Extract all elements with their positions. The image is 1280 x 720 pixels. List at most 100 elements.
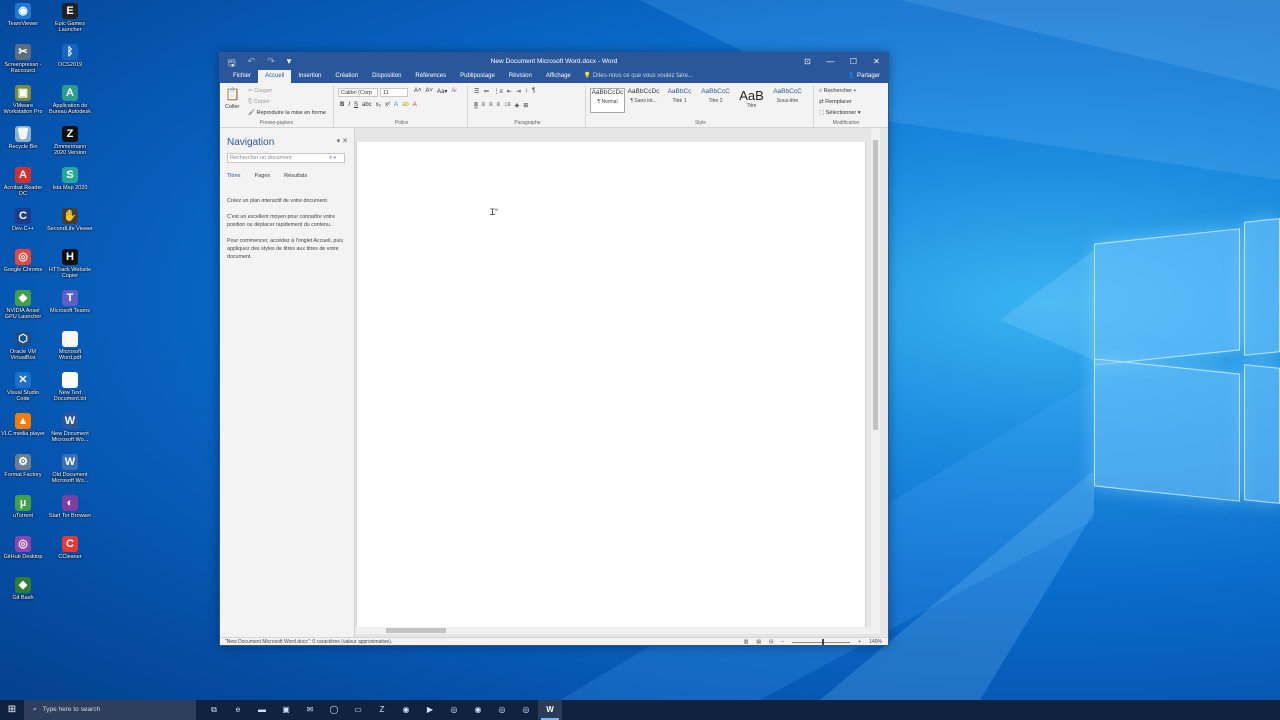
- desktop-icon[interactable]: ᛒ OCS2019: [47, 44, 93, 84]
- desktop-icon[interactable]: H HTTrack Website Copier: [47, 249, 93, 289]
- mail-icon[interactable]: ✉: [298, 700, 322, 720]
- tab-publipostage[interactable]: Publipostage: [453, 70, 502, 83]
- desktop-icon[interactable]: ⬡ Oracle VM VirtualBox: [0, 331, 46, 371]
- chrome-icon[interactable]: ◎: [442, 700, 466, 720]
- desktop-icon[interactable]: S Ista Map 2020: [47, 167, 93, 207]
- desktop-icon[interactable]: ≡ New Text Document.txt: [47, 372, 93, 412]
- sort-icon[interactable]: ↕: [525, 88, 528, 95]
- find-button[interactable]: ⌕ Rechercher ▾: [819, 88, 856, 95]
- desktop-icon[interactable]: ▲ VLC media player: [0, 413, 46, 453]
- taskbar-search-box[interactable]: ⌕ Type here to search: [24, 700, 196, 720]
- decrease-indent-icon[interactable]: ⇤: [507, 88, 512, 95]
- increase-indent-icon[interactable]: ⇥: [516, 88, 521, 95]
- file-explorer-icon[interactable]: ▬: [250, 700, 274, 720]
- bullets-icon[interactable]: ☰: [474, 88, 479, 95]
- desktop-icon[interactable]: ⎘ Microsoft Word.pdf: [47, 331, 93, 371]
- zoom-out-icon[interactable]: −: [781, 639, 784, 645]
- underline-icon[interactable]: S: [354, 102, 358, 108]
- navigation-search-input[interactable]: Rechercher un document ⌕ ▾: [227, 153, 345, 163]
- paste-icon[interactable]: 📋: [225, 87, 240, 101]
- ribbon-display-options-icon[interactable]: ⊡: [796, 53, 819, 70]
- desktop-icon[interactable]: C Dev-C++: [0, 208, 46, 248]
- clear-formatting-icon[interactable]: A̷: [451, 88, 455, 95]
- zoom-in-icon[interactable]: +: [858, 639, 861, 645]
- shrink-font-icon[interactable]: A˅: [426, 88, 434, 95]
- horizontal-scroll-thumb[interactable]: [386, 628, 446, 633]
- desktop-icon[interactable]: 🗑 Recycle Bin: [0, 126, 46, 166]
- search-icon[interactable]: ⌕ ▾: [329, 154, 336, 163]
- zoom-level[interactable]: 140%: [869, 639, 882, 645]
- shading-icon[interactable]: ◈: [515, 102, 520, 109]
- align-right-icon[interactable]: ≡: [489, 102, 493, 109]
- document-page[interactable]: Ɪ⁼: [356, 142, 866, 628]
- zoom-slider-knob[interactable]: [822, 638, 825, 645]
- strikethrough-icon[interactable]: abc: [362, 102, 372, 108]
- superscript-icon[interactable]: x²: [385, 102, 390, 108]
- style-item[interactable]: AaBbCcDc ¶ Normal: [590, 88, 625, 113]
- desktop-icon[interactable]: T Microsoft Teams: [47, 290, 93, 330]
- tab-insertion[interactable]: Insertion: [291, 70, 328, 83]
- align-center-icon[interactable]: ≡: [482, 102, 486, 109]
- nav-tab-resultats[interactable]: Résultats: [284, 173, 307, 179]
- tab-creation[interactable]: Création: [328, 70, 365, 83]
- format-painter-button[interactable]: 🖌 Reproduire la mise en forme: [248, 110, 326, 116]
- desktop-icon[interactable]: ◆ Git Bash: [0, 577, 46, 617]
- tell-me-box[interactable]: 💡 Dites-nous ce que vous voulez faire...: [584, 70, 693, 83]
- desktop-icon[interactable]: ◎ GitHub Desktop: [0, 536, 46, 576]
- print-layout-icon[interactable]: ▤: [756, 639, 761, 645]
- xbox-icon[interactable]: ◯: [322, 700, 346, 720]
- tab-disposition[interactable]: Disposition: [365, 70, 408, 83]
- close-button[interactable]: ✕: [865, 53, 888, 70]
- desktop-icon[interactable]: ◉ TeamViewer: [0, 3, 46, 43]
- vertical-scrollbar[interactable]: [871, 128, 880, 628]
- tab-revision[interactable]: Révision: [502, 70, 539, 83]
- cut-button[interactable]: ✂ Couper: [248, 88, 272, 94]
- maximize-button[interactable]: ☐: [842, 53, 865, 70]
- font-size-select[interactable]: 11: [380, 88, 408, 97]
- desktop-icon[interactable]: ✕ Visual Studio Code: [0, 372, 46, 412]
- style-item[interactable]: AaBbCcC Titre 2: [698, 88, 733, 113]
- desktop-icon[interactable]: ✋ SecondLife Viewer: [47, 208, 93, 248]
- zoom-icon[interactable]: ▶: [418, 700, 442, 720]
- desktop-icon[interactable]: ◆ NVIDIA Ansel GPU Launcher: [0, 290, 46, 330]
- edge-icon[interactable]: e: [226, 700, 250, 720]
- desktop-icon[interactable]: A Acrobat Reader DC: [0, 167, 46, 207]
- style-item[interactable]: AaBbCcDc ¶ Sans int...: [626, 88, 661, 113]
- horizontal-scrollbar[interactable]: [356, 627, 880, 634]
- desktop-icon[interactable]: W New Document Microsoft Wo...: [47, 413, 93, 453]
- chrome-icon[interactable]: ◎: [514, 700, 538, 720]
- replace-button[interactable]: ⇄ Remplacer: [819, 99, 852, 105]
- store-icon[interactable]: ▣: [274, 700, 298, 720]
- text-effects-icon[interactable]: A: [394, 102, 398, 108]
- filezilla-icon[interactable]: Z: [370, 700, 394, 720]
- subscript-icon[interactable]: x₂: [376, 102, 381, 108]
- paste-button[interactable]: Coller: [225, 104, 239, 110]
- bold-icon[interactable]: B: [340, 102, 344, 108]
- change-case-icon[interactable]: Aa▾: [437, 88, 447, 95]
- tab-accueil[interactable]: Accueil: [258, 70, 292, 83]
- numbering-icon[interactable]: ≔: [483, 88, 489, 95]
- desktop-icon[interactable]: µ uTorrent: [0, 495, 46, 535]
- copy-button[interactable]: ⎘ Copier: [248, 99, 270, 106]
- vertical-scroll-thumb[interactable]: [873, 140, 878, 430]
- highlight-icon[interactable]: ab: [402, 102, 409, 108]
- word-icon[interactable]: W: [538, 700, 562, 720]
- select-button[interactable]: ⬚ Sélectionner ▾: [819, 110, 861, 116]
- desktop-icon[interactable]: A Application de Bureau Autodesk: [47, 85, 93, 125]
- nav-tab-titres[interactable]: Titres: [227, 173, 241, 179]
- minimize-button[interactable]: —: [819, 53, 842, 70]
- desktop-icon[interactable]: C CCleaner: [47, 536, 93, 576]
- line-spacing-icon[interactable]: ↕≡: [504, 102, 511, 109]
- show-marks-icon[interactable]: ¶: [532, 88, 535, 95]
- style-item[interactable]: AaB Titre: [734, 88, 769, 113]
- nav-tab-pages[interactable]: Pages: [255, 173, 271, 179]
- terminal-icon[interactable]: ▭: [346, 700, 370, 720]
- desktop-icon[interactable]: ◎ Google Chrome: [0, 249, 46, 289]
- desktop-icon[interactable]: ◐ Start Tor Browser: [47, 495, 93, 535]
- web-layout-icon[interactable]: ⊟: [769, 639, 773, 645]
- desktop-icon[interactable]: ▣ VMware Workstation Pro: [0, 85, 46, 125]
- zoom-slider[interactable]: [792, 638, 851, 645]
- task-view-icon[interactable]: ⧉: [202, 700, 226, 720]
- desktop-icon[interactable]: Z Zimmermann 2020 Version: [47, 126, 93, 166]
- justify-icon[interactable]: ≡: [497, 102, 501, 109]
